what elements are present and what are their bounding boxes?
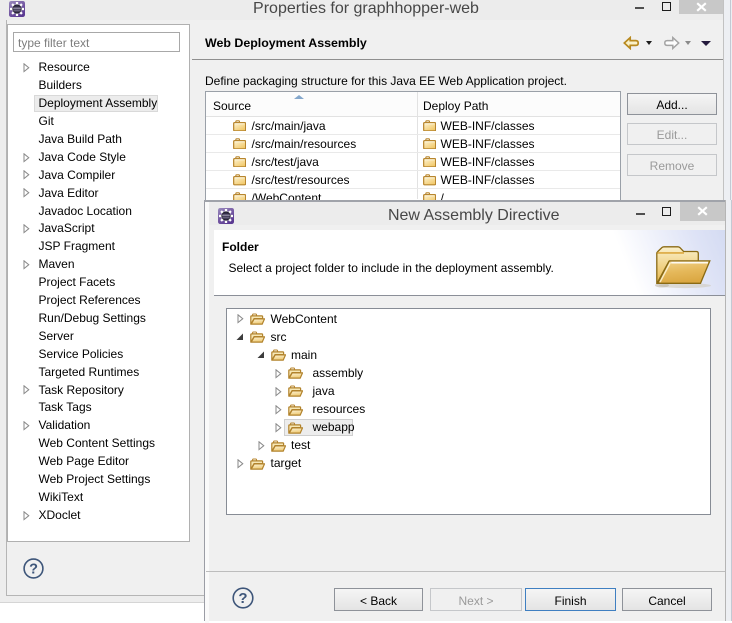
svg-text:?: ? bbox=[238, 590, 247, 607]
svg-text:?: ? bbox=[29, 561, 38, 577]
